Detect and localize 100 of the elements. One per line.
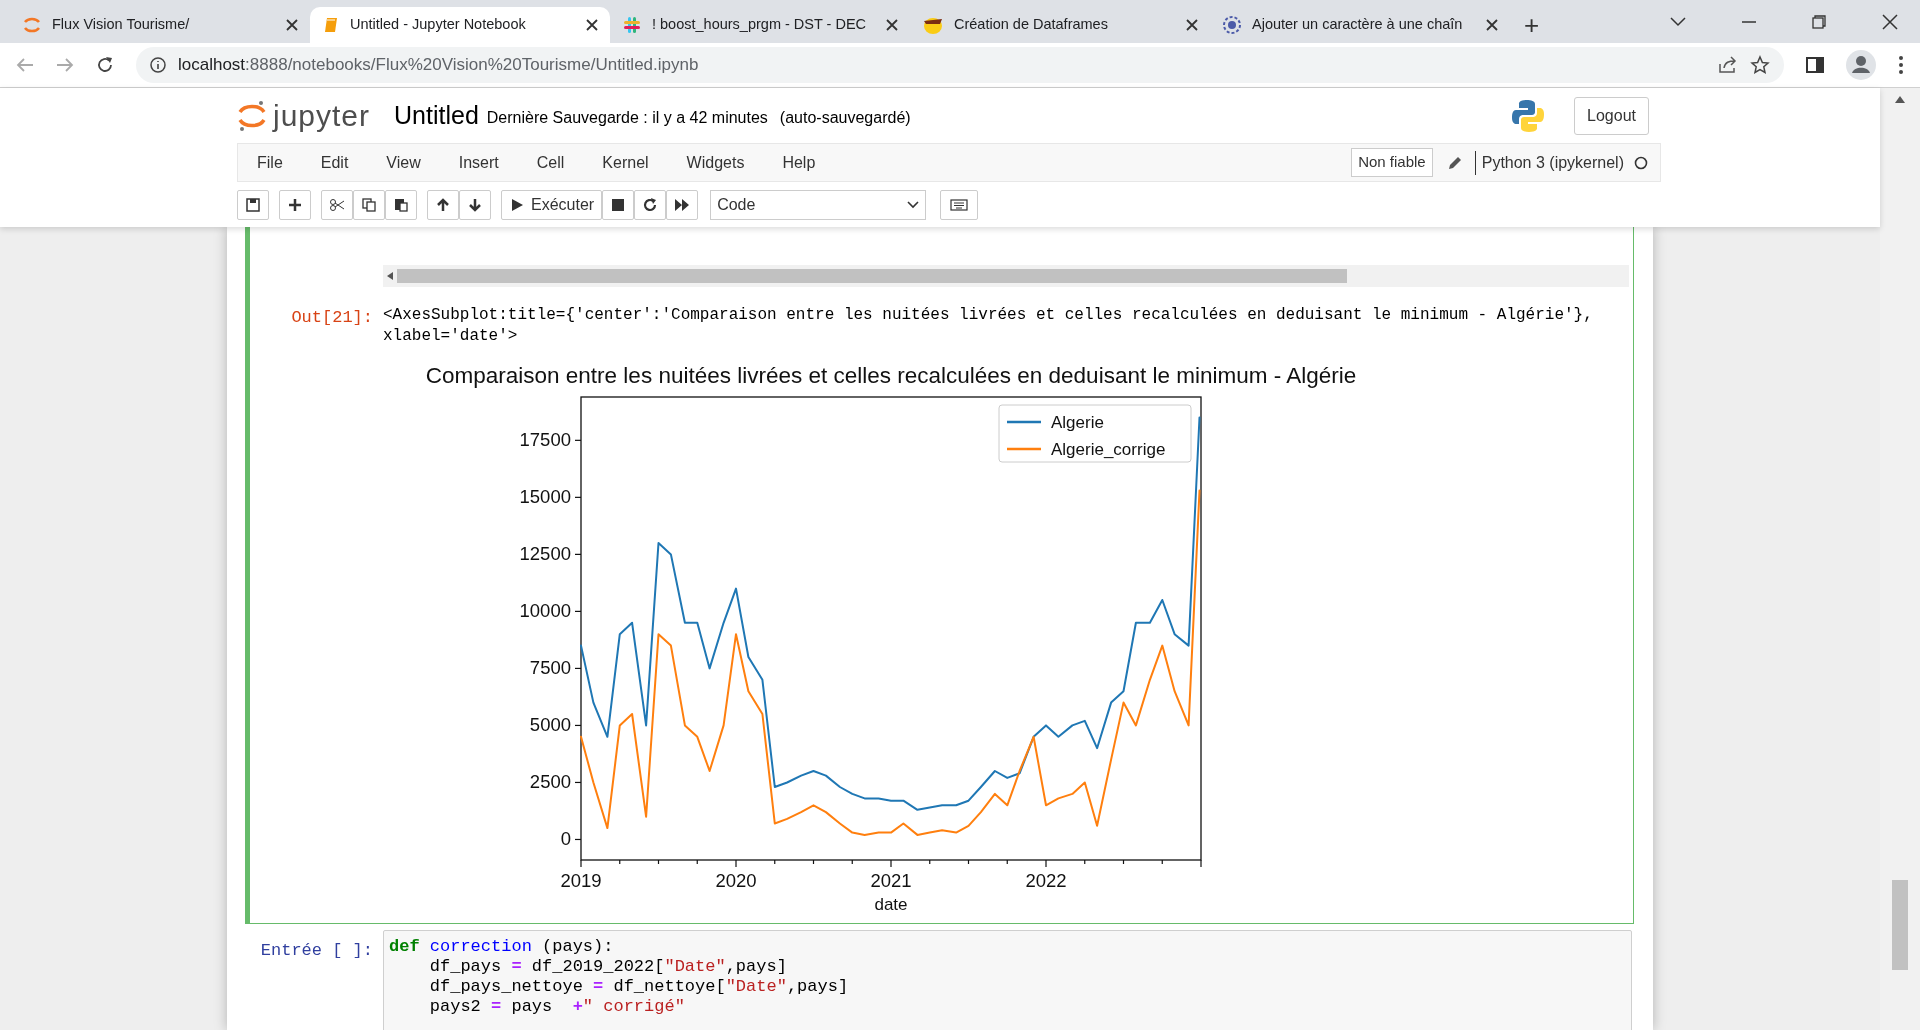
book-icon — [322, 16, 340, 34]
scrollbar-thumb[interactable] — [397, 269, 1347, 283]
toolbar-button[interactable] — [666, 189, 699, 220]
more-icon[interactable] — [1898, 55, 1904, 75]
close-icon[interactable] — [586, 19, 598, 31]
python-logo-icon — [1510, 97, 1547, 134]
jupyter-logo-text[interactable]: jupyter — [273, 93, 371, 138]
arc-logo-icon — [237, 98, 267, 133]
menu-item[interactable]: Insert — [439, 150, 518, 175]
url-text: localhost:8888/notebooks/Flux%20Vision%20Tourisme/Untitled.ipynb — [178, 54, 699, 77]
chevron-down-icon — [907, 200, 920, 209]
toolbar-button[interactable] — [634, 189, 667, 220]
close-icon[interactable] — [286, 19, 298, 31]
minimize-icon[interactable] — [1742, 20, 1756, 23]
close-icon[interactable] — [1486, 19, 1498, 31]
tab-title: Ajouter un caractère à une chaîn — [1252, 15, 1464, 35]
keyboard-button[interactable] — [940, 189, 979, 220]
x-tick-label: 2019 — [560, 870, 602, 891]
close-icon[interactable] — [1882, 13, 1898, 30]
menu-item[interactable]: Widgets — [667, 150, 764, 175]
stop-icon — [610, 196, 627, 213]
menu-item[interactable]: Help — [763, 150, 835, 175]
notebook-name[interactable]: Untitled — [394, 96, 479, 135]
y-tick-label: 12500 — [519, 543, 571, 565]
arrow-down-icon — [467, 196, 483, 213]
tab-title: ! boost_hours_prgm - DST - DEC — [652, 15, 868, 35]
paste-icon — [393, 196, 409, 213]
code-line: pays2 = pays +" corrigé" — [428, 997, 686, 1017]
menu-item[interactable]: Kernel — [583, 150, 668, 175]
menu-item[interactable]: View — [367, 150, 440, 175]
y-tick-label: 2500 — [529, 771, 571, 793]
chart-title: Comparaison entre les nuitées livrées et celles recalculées en deduisant le minimum - Algérie — [425, 363, 1357, 388]
profile-icon[interactable] — [1846, 50, 1876, 80]
tab-title: Flux Vision Tourisme/ — [52, 15, 191, 35]
keyboard-icon — [950, 198, 969, 211]
chevron-down-icon[interactable] — [1670, 16, 1686, 27]
mascot-icon — [922, 15, 944, 35]
gear-logo-icon — [1222, 15, 1242, 35]
new-tab-button[interactable]: + — [1510, 7, 1554, 43]
browser-tab[interactable]: Création de Dataframes — [910, 7, 1210, 43]
autosave-text: (auto-sauvegardé) — [779, 107, 911, 128]
x-tick-label: 2021 — [870, 870, 912, 891]
run-button[interactable]: Exécuter — [501, 189, 603, 220]
code-editor[interactable]: def correction (pays): df_pays = df_2019_2022["Date",pays] df_pays_nettoye = df_nettoye["Date",pays] pays2 = pays +" corrigé" — [383, 930, 1632, 1030]
browser-tab[interactable]: Untitled - Jupyter Notebook — [310, 7, 610, 43]
y-tick-label: 15000 — [519, 486, 571, 508]
x-axis-label: date — [874, 895, 908, 914]
hash-logo-icon — [622, 15, 642, 35]
side-panel-icon[interactable] — [1806, 56, 1824, 74]
play-icon — [509, 196, 525, 213]
trust-indicator[interactable]: Non fiable — [1351, 148, 1433, 177]
browser-tab[interactable]: Flux Vision Tourisme/ — [10, 7, 310, 43]
menu-item[interactable]: File — [238, 150, 302, 175]
x-tick-label: 2020 — [715, 870, 757, 891]
scroll-left-icon[interactable] — [387, 272, 393, 280]
output-prompt: Out[21]: — [290, 307, 374, 329]
kernel-idle-icon — [1634, 155, 1648, 170]
legend-label: Algerie — [1051, 413, 1104, 432]
plus-icon — [287, 196, 303, 213]
restore-icon[interactable] — [1812, 14, 1826, 29]
info-icon — [150, 57, 166, 73]
toolbar-button[interactable] — [602, 189, 635, 220]
cell-type-select[interactable]: Code — [710, 189, 927, 220]
legend-label: Algerie_corrige — [1051, 440, 1166, 459]
toolbar-button[interactable] — [237, 189, 269, 220]
toolbar-button[interactable] — [321, 189, 353, 220]
browser-tab[interactable]: ! boost_hours_prgm - DST - DEC — [610, 7, 910, 43]
menu-item[interactable]: Edit — [301, 150, 368, 175]
x-tick-label: 2022 — [1025, 870, 1067, 891]
close-icon[interactable] — [886, 19, 898, 31]
scissors-icon — [329, 196, 345, 213]
kernel-name: Python 3 (ipykernel) — [1474, 150, 1624, 175]
code-line: def correction (pays): — [389, 937, 615, 957]
toolbar-button[interactable] — [385, 189, 417, 220]
star-icon[interactable] — [1750, 55, 1770, 75]
horizontal-scrollbar[interactable] — [383, 265, 1629, 287]
copy-icon — [361, 196, 377, 213]
scroll-up-icon[interactable] — [1895, 96, 1905, 103]
browser-tab[interactable]: Ajouter un caractère à une chaîn — [1210, 7, 1510, 43]
pencil-icon[interactable] — [1446, 154, 1463, 171]
y-tick-label: 10000 — [519, 600, 571, 622]
address-field[interactable]: localhost:8888/notebooks/Flux%20Vision%20Tourisme/Untitled.ipynb — [136, 47, 1784, 83]
logout-button[interactable]: Logout — [1574, 96, 1649, 135]
y-tick-label: 0 — [560, 828, 571, 850]
save-icon — [245, 196, 261, 213]
code-line: df_pays_nettoye = df_nettoye["Date",pays] — [428, 977, 850, 997]
scrollbar-thumb[interactable] — [1892, 880, 1908, 970]
close-icon[interactable] — [1186, 19, 1198, 31]
code-line: df_pays = df_2019_2022["Date",pays] — [428, 957, 788, 977]
reload-icon[interactable] — [96, 56, 114, 74]
arc-logo-icon — [22, 15, 42, 35]
toolbar-button[interactable] — [459, 189, 491, 220]
share-icon[interactable] — [1718, 56, 1738, 74]
toolbar-button[interactable] — [279, 189, 311, 220]
menu-item[interactable]: Cell — [517, 150, 584, 175]
y-tick-label: 5000 — [529, 714, 571, 736]
restart-icon — [642, 196, 659, 213]
output-text: xlabel='date'> — [383, 326, 519, 347]
y-tick-label: 7500 — [529, 657, 571, 679]
toolbar-button[interactable] — [427, 189, 459, 220]
